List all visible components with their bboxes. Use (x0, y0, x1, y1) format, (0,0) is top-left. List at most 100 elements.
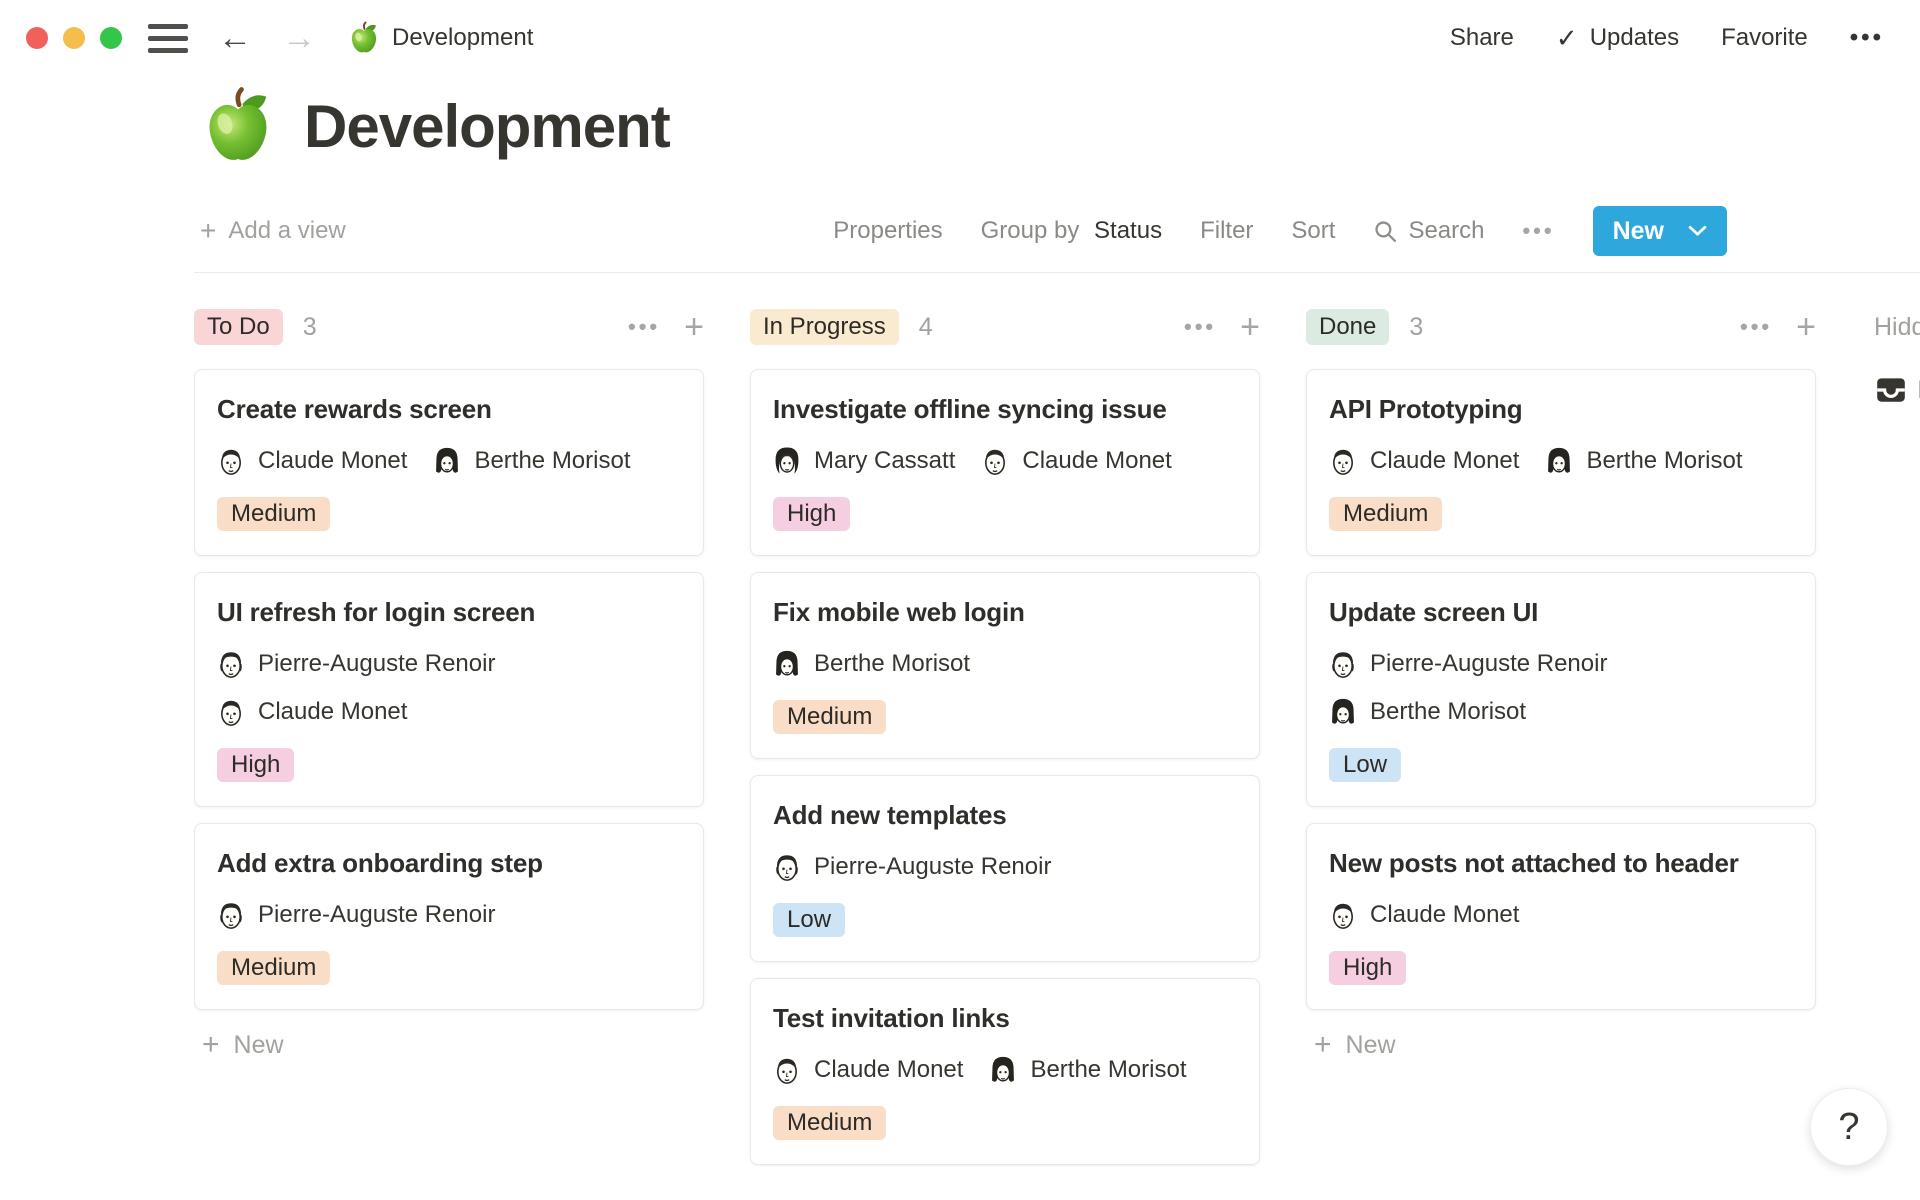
column-in-progress: In Progress 4 ••• + Investigate offline … (750, 307, 1260, 1167)
breadcrumb[interactable]: Development (348, 21, 533, 55)
card[interactable]: Add new templates Pierre-Auguste Renoir … (750, 775, 1260, 962)
card-title: Add extra onboarding step (217, 848, 681, 879)
search-label: Search (1408, 217, 1484, 245)
add-view-button[interactable]: + Add a view (200, 215, 346, 247)
group-by-button[interactable]: Group by Status (981, 217, 1162, 245)
kanban-board: To Do 3 ••• + Create rewards screen Clau… (194, 307, 1920, 1167)
card-assignees: Claude Monet (1329, 899, 1793, 931)
view-toolbar-wrap: + Add a view Properties Group by Status … (194, 166, 1920, 273)
back-arrow-icon[interactable]: ← (218, 21, 252, 55)
priority-badge: Medium (773, 700, 886, 734)
column-count: 4 (919, 313, 933, 342)
page-green-apple-icon[interactable] (200, 86, 276, 166)
assignee: Pierre-Auguste Renoir (217, 648, 495, 680)
plus-icon: + (202, 1028, 220, 1062)
assignee: Claude Monet (1329, 445, 1519, 477)
column-add-icon[interactable]: + (684, 310, 704, 344)
status-badge[interactable]: Done (1306, 309, 1389, 345)
new-item-button[interactable]: New (1593, 206, 1727, 256)
chevron-down-icon (1688, 225, 1707, 237)
assignee-name: Claude Monet (1370, 901, 1519, 929)
assignee-name: Mary Cassatt (814, 447, 955, 475)
assignee-name: Berthe Morisot (1370, 698, 1526, 726)
column-count: 3 (1409, 313, 1423, 342)
priority-badge: High (773, 497, 850, 531)
assignee-name: Claude Monet (1022, 447, 1171, 475)
card-assignees: Pierre-Auguste Renoir (773, 851, 1237, 883)
new-card-button[interactable]: + New (1306, 1028, 1816, 1062)
assignee: Claude Monet (1329, 899, 1519, 931)
avatar-woman-sketch-icon (773, 648, 801, 680)
avatar-man-sketch-icon (217, 899, 245, 931)
search-icon (1373, 219, 1398, 244)
help-button[interactable]: ? (1810, 1088, 1888, 1166)
card[interactable]: New posts not attached to header Claude … (1306, 823, 1816, 1010)
card[interactable]: Update screen UI Pierre-Auguste Renoir B… (1306, 572, 1816, 807)
properties-button[interactable]: Properties (833, 217, 942, 245)
avatar-man-sketch-icon (773, 1054, 801, 1086)
new-button-label: New (1613, 217, 1664, 246)
assignee: Pierre-Auguste Renoir (217, 899, 495, 931)
new-card-button[interactable]: + New (194, 1028, 704, 1062)
status-badge[interactable]: To Do (194, 309, 283, 345)
assignee: Claude Monet (217, 445, 407, 477)
new-card-label: New (234, 1031, 284, 1060)
card[interactable]: Fix mobile web login Berthe Morisot Medi… (750, 572, 1260, 759)
assignee: Pierre-Auguste Renoir (1329, 648, 1607, 680)
avatar-man-sketch-icon (1329, 445, 1357, 477)
filter-button[interactable]: Filter (1200, 217, 1253, 245)
zoom-window-button[interactable] (100, 27, 122, 49)
column-more-icon[interactable]: ••• (628, 314, 660, 340)
card[interactable]: UI refresh for login screen Pierre-Augus… (194, 572, 704, 807)
column-add-icon[interactable]: + (1796, 310, 1816, 344)
column-add-icon[interactable]: + (1240, 310, 1260, 344)
assignee: Pierre-Auguste Renoir (773, 851, 1051, 883)
column-more-icon[interactable]: ••• (1184, 314, 1216, 340)
hidden-group-no-status[interactable]: No Status (1874, 373, 1920, 407)
forward-arrow-icon[interactable]: → (282, 21, 316, 55)
avatar-woman-sketch-icon (989, 1054, 1017, 1086)
more-options-icon[interactable]: ••• (1850, 24, 1884, 52)
close-window-button[interactable] (26, 27, 48, 49)
card[interactable]: Create rewards screen Claude Monet Berth… (194, 369, 704, 556)
avatar-man-sketch-icon (1329, 648, 1357, 680)
card[interactable]: API Prototyping Claude Monet Berthe Mori… (1306, 369, 1816, 556)
card[interactable]: Investigate offline syncing issue Mary C… (750, 369, 1260, 556)
search-button[interactable]: Search (1373, 217, 1484, 245)
updates-button[interactable]: ✓ Updates (1556, 23, 1679, 54)
card-title: API Prototyping (1329, 394, 1793, 425)
avatar-man-sketch-icon (217, 445, 245, 477)
assignee: Berthe Morisot (433, 445, 630, 477)
card-assignees: Berthe Morisot (773, 648, 1237, 680)
page-title[interactable]: Development (304, 92, 670, 161)
card-title: Investigate offline syncing issue (773, 394, 1237, 425)
plus-icon: + (1314, 1028, 1332, 1062)
status-badge[interactable]: In Progress (750, 309, 899, 345)
favorite-button[interactable]: Favorite (1721, 24, 1808, 52)
card-assignees: Claude Monet Berthe Morisot (1329, 445, 1793, 477)
card[interactable]: Add extra onboarding step Pierre-Auguste… (194, 823, 704, 1010)
card[interactable]: Test invitation links Claude Monet Berth… (750, 978, 1260, 1165)
sort-button[interactable]: Sort (1291, 217, 1335, 245)
column-done: Done 3 ••• + API Prototyping Claude Mone… (1306, 307, 1816, 1062)
column-more-icon[interactable]: ••• (1740, 314, 1772, 340)
assignee: Berthe Morisot (989, 1054, 1186, 1086)
priority-badge: High (217, 748, 294, 782)
card-title: Fix mobile web login (773, 597, 1237, 628)
assignee-name: Berthe Morisot (1586, 447, 1742, 475)
priority-badge: Medium (773, 1106, 886, 1140)
check-icon: ✓ (1556, 23, 1578, 54)
share-button[interactable]: Share (1450, 24, 1514, 52)
group-by-label: Group by (981, 217, 1080, 244)
minimize-window-button[interactable] (63, 27, 85, 49)
inbox-icon (1874, 373, 1908, 407)
avatar-man-sketch-icon (217, 648, 245, 680)
hidden-columns-toggle[interactable]: Hidden columns (1874, 307, 1920, 347)
toolbar-more-icon[interactable]: ••• (1522, 218, 1554, 244)
column-count: 3 (303, 313, 317, 342)
assignee: Claude Monet (981, 445, 1171, 477)
add-view-label: Add a view (228, 217, 345, 245)
sidebar-menu-icon[interactable] (148, 24, 188, 53)
assignee: Berthe Morisot (773, 648, 970, 680)
priority-badge: Low (773, 903, 845, 937)
